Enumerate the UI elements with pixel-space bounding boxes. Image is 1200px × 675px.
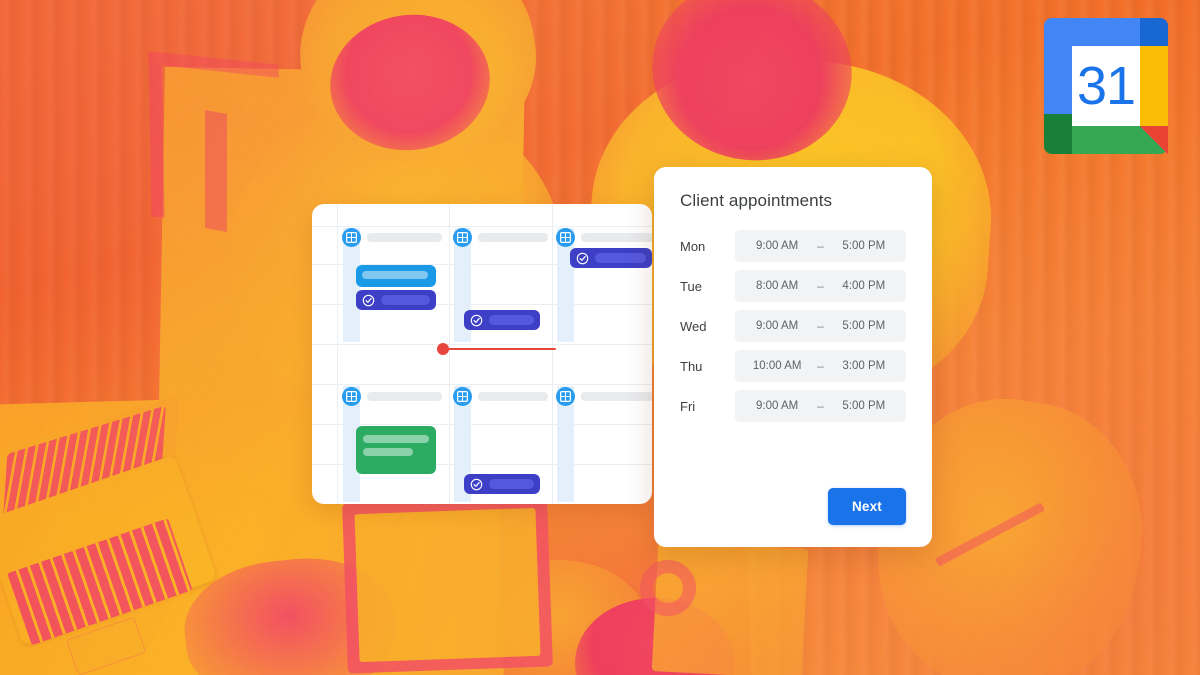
day-label: Thu [680,358,703,374]
logo-red-fold [1140,126,1168,154]
grid-icon[interactable] [556,228,575,247]
event-title-placeholder [362,271,428,279]
dash-separator: – [817,399,824,413]
calendar-grid-preview[interactable] [312,204,652,504]
grid-icon[interactable] [342,228,361,247]
task-title-placeholder [489,479,534,489]
time-range-fri[interactable]: 9:00 AM – 5:00 PM [735,390,906,422]
calendar-header-placeholder [367,233,442,242]
day-label: Tue [680,278,702,294]
grid-icon[interactable] [556,387,575,406]
calendar-task-block[interactable] [356,290,436,310]
calendar-event-block[interactable] [356,426,436,474]
calendar-task-block[interactable] [570,248,652,268]
time-range-tue[interactable]: 8:00 AM – 4:00 PM [735,270,906,302]
time-range-thu[interactable]: 10:00 AM – 3:00 PM [735,350,906,382]
screenshot-stage: 31 Client appointments Mon 9:00 AM – 5:0… [0,0,1200,675]
day-label: Mon [680,238,706,254]
google-calendar-logo: 31 [1032,18,1180,166]
gridline-v [552,204,553,504]
calendar-header-placeholder [581,392,652,401]
end-time[interactable]: 5:00 PM [838,320,890,332]
dash-separator: – [817,359,824,373]
current-time-dot [437,343,449,355]
day-label: Fri [680,398,696,414]
grid-icon[interactable] [342,387,361,406]
list-item: Wed 9:00 AM – 5:00 PM [680,310,906,342]
card-footer: Next [827,488,906,525]
grid-icon[interactable] [453,387,472,406]
dash-separator: – [817,239,824,253]
start-time[interactable]: 10:00 AM [751,360,803,372]
current-time-line [446,348,556,350]
gridline-v [449,204,450,504]
page-title: Client appointments [680,191,833,210]
gridline-h [312,344,652,345]
event-subtitle-placeholder [363,448,413,456]
task-title-placeholder [595,253,646,263]
logo-yellow-band [1140,46,1168,126]
calendar-header-placeholder [581,233,652,242]
list-item: Thu 10:00 AM – 3:00 PM [680,350,906,382]
task-check-icon [576,252,589,264]
gridline-h [312,384,652,385]
start-time[interactable]: 8:00 AM [751,280,803,292]
dash-separator: – [817,319,824,333]
end-time[interactable]: 3:00 PM [838,360,890,372]
logo-dark-blue-corner [1140,18,1168,46]
start-time[interactable]: 9:00 AM [751,400,803,412]
end-time[interactable]: 4:00 PM [838,280,890,292]
logo-day-number: 31 [1076,56,1136,116]
list-item: Tue 8:00 AM – 4:00 PM [680,270,906,302]
next-button[interactable]: Next [827,488,906,525]
time-range-mon[interactable]: 9:00 AM – 5:00 PM [735,230,906,262]
calendar-event-block[interactable] [356,265,436,287]
gridline-h [312,226,652,227]
task-check-icon [470,314,483,326]
start-time[interactable]: 9:00 AM [751,320,803,332]
event-title-placeholder [363,435,429,443]
start-time[interactable]: 9:00 AM [751,240,803,252]
end-time[interactable]: 5:00 PM [838,240,890,252]
task-check-icon [362,294,375,306]
gridline-v [337,204,338,504]
calendar-task-block[interactable] [464,310,540,330]
task-title-placeholder [381,295,430,305]
time-range-wed[interactable]: 9:00 AM – 5:00 PM [735,310,906,342]
calendar-header-placeholder [478,233,548,242]
client-appointments-card: Client appointments Mon 9:00 AM – 5:00 P… [654,167,932,547]
list-item: Fri 9:00 AM – 5:00 PM [680,390,906,422]
grid-icon[interactable] [453,228,472,247]
calendar-task-block[interactable] [464,474,540,494]
calendar-header-placeholder [478,392,548,401]
task-title-placeholder [489,315,534,325]
gridline-h [312,424,652,425]
task-check-icon [470,478,483,490]
day-label: Wed [680,318,707,334]
end-time[interactable]: 5:00 PM [838,400,890,412]
dash-separator: – [817,279,824,293]
calendar-header-placeholder [367,392,442,401]
list-item: Mon 9:00 AM – 5:00 PM [680,230,906,262]
